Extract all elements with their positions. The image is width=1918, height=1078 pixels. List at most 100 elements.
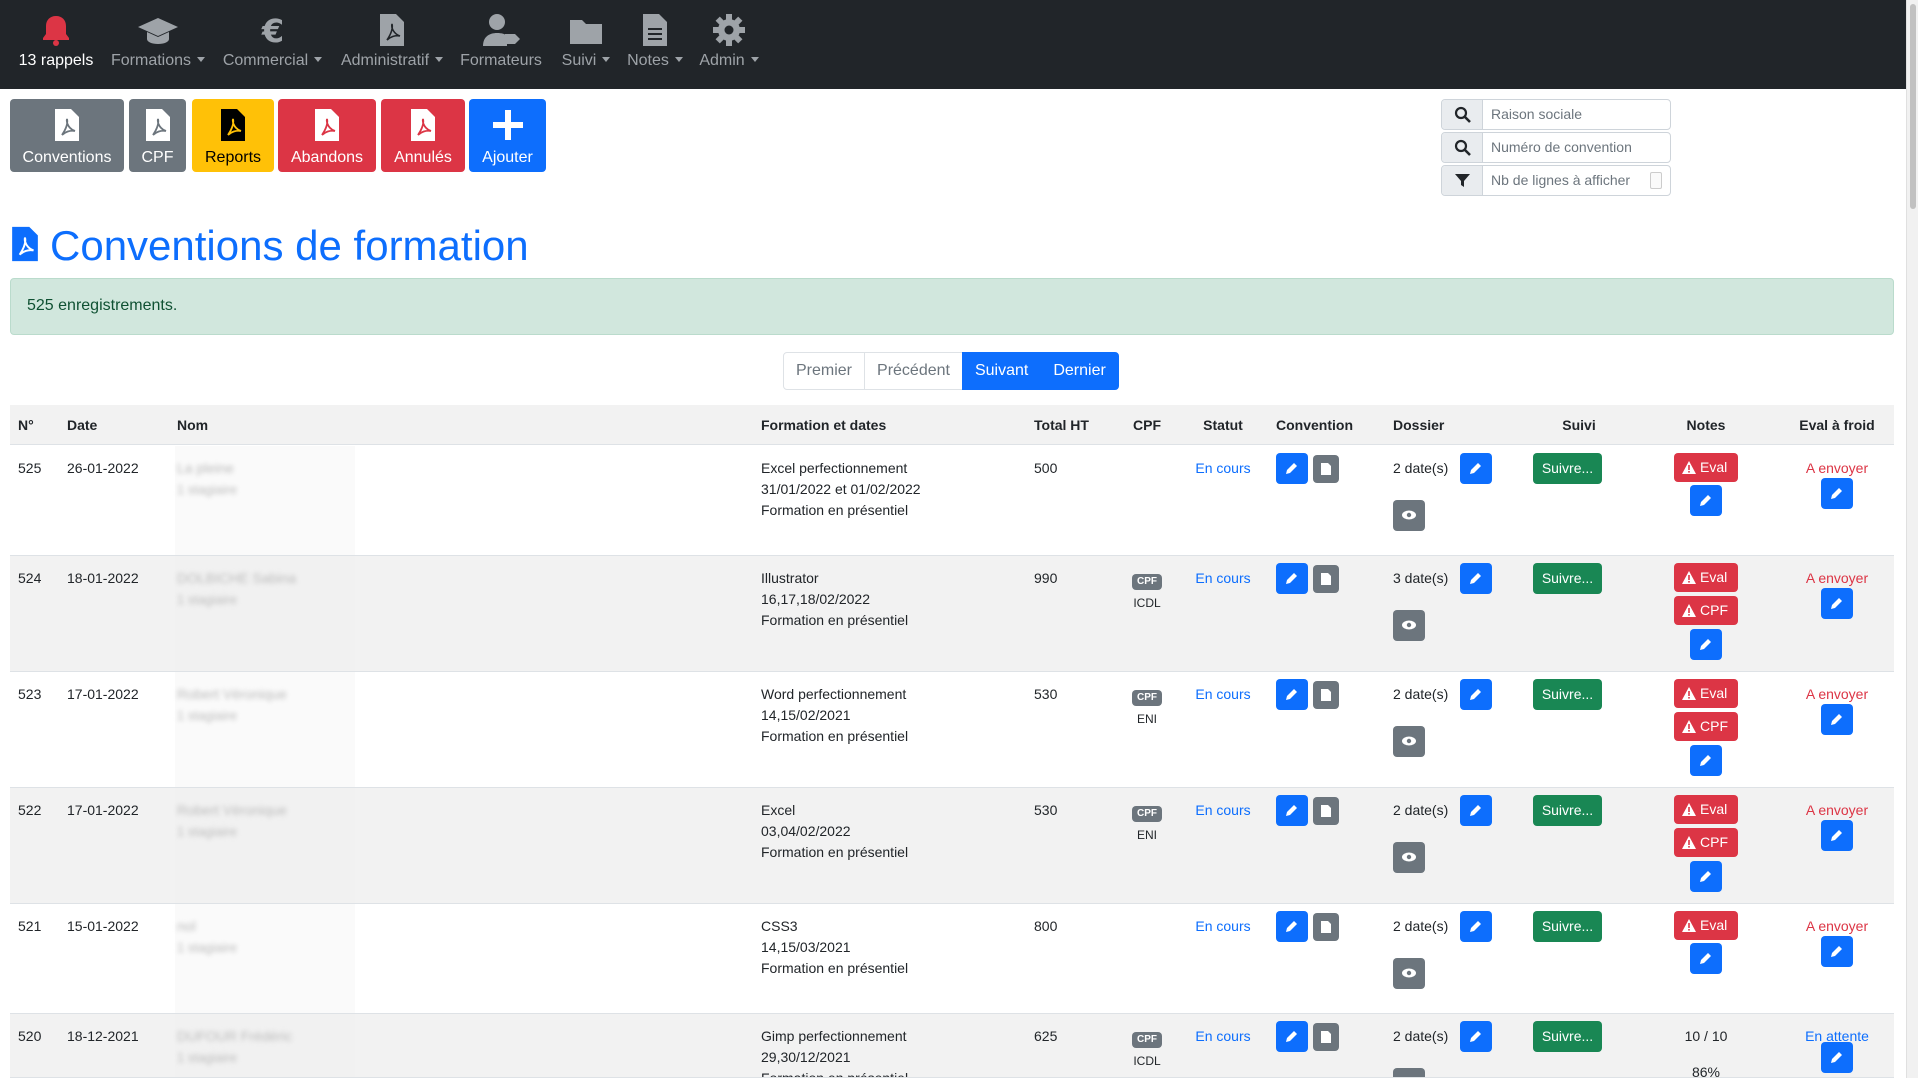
edit-convention-button[interactable] — [1276, 795, 1308, 826]
suivre-button[interactable]: Suivre... — [1533, 795, 1602, 826]
pager-last[interactable]: Dernier — [1040, 352, 1119, 390]
convention-pdf-button[interactable] — [1313, 565, 1339, 593]
cpf-warning-button[interactable]: CPF — [1674, 596, 1738, 625]
view-dossier-button[interactable] — [1393, 610, 1425, 641]
nav-administratif[interactable]: Administratif — [338, 12, 446, 76]
row-statut-link[interactable]: En cours — [1195, 1026, 1250, 1047]
eval-warning-button[interactable]: Eval — [1674, 453, 1738, 482]
edit-dossier-button[interactable] — [1460, 795, 1492, 826]
edit-notes-button[interactable] — [1690, 745, 1722, 776]
edit-convention-button[interactable] — [1276, 563, 1308, 594]
edit-dossier-button[interactable] — [1460, 911, 1492, 942]
row-name[interactable]: nol 1 stagiaire — [177, 916, 237, 958]
row-name[interactable]: Robert Véronique 1 stagiaire — [177, 684, 287, 726]
edit-notes-button[interactable] — [1690, 861, 1722, 892]
edit-eval-froid-button[interactable] — [1821, 588, 1853, 619]
pager-previous[interactable]: Précédent — [864, 352, 963, 390]
nav-rappels[interactable]: 13 rappels — [18, 12, 94, 76]
edit-dossier-button[interactable] — [1460, 453, 1492, 484]
edit-notes-button[interactable] — [1690, 629, 1722, 660]
row-name[interactable]: DOLBICHE Sabina 1 stagiaire — [177, 568, 296, 610]
convention-pdf-button[interactable] — [1313, 681, 1339, 709]
row-statut-link[interactable]: En cours — [1195, 916, 1250, 937]
pager-next[interactable]: Suivant — [961, 352, 1042, 390]
edit-eval-froid-button[interactable] — [1821, 936, 1853, 967]
suivre-button[interactable]: Suivre... — [1533, 679, 1602, 710]
suivre-button[interactable]: Suivre... — [1533, 453, 1602, 484]
edit-notes-button[interactable] — [1690, 943, 1722, 974]
row-statut-link[interactable]: En cours — [1195, 568, 1250, 589]
row-name[interactable]: DUFOUR Frédéric 1 stagiaire — [177, 1026, 292, 1068]
eval-warning-button[interactable]: Eval — [1674, 563, 1738, 592]
lines-count-input[interactable] — [1491, 170, 1661, 190]
eval-warning-button[interactable]: Eval — [1674, 679, 1738, 708]
view-dossier-button[interactable] — [1393, 500, 1425, 531]
row-total: 625 — [1034, 1028, 1058, 1044]
edit-eval-froid-button[interactable] — [1821, 704, 1853, 735]
row-statut-link[interactable]: En cours — [1195, 684, 1250, 705]
convention-pdf-button[interactable] — [1313, 913, 1339, 941]
raison-sociale-search — [1441, 99, 1671, 130]
header-dossier: Dossier — [1393, 417, 1445, 433]
convention-pdf-button[interactable] — [1313, 455, 1339, 483]
nav-commercial[interactable]: € Commercial — [220, 12, 325, 76]
nav-formations[interactable]: Formations — [108, 12, 208, 76]
row-name[interactable]: La pleine 1 stagiaire — [177, 458, 237, 500]
edit-dossier-button[interactable] — [1460, 563, 1492, 594]
eval-warning-button[interactable]: Eval — [1674, 795, 1738, 824]
cpf-label: CPF — [1700, 602, 1728, 618]
view-dossier-button[interactable] — [1393, 726, 1425, 757]
view-dossier-button[interactable] — [1393, 1068, 1425, 1077]
abandons-button[interactable]: Abandons — [278, 99, 376, 172]
annules-button[interactable]: Annulés — [381, 99, 465, 172]
conventions-button[interactable]: Conventions — [10, 99, 124, 172]
cpf-button[interactable]: CPF — [129, 99, 186, 172]
warning-icon — [1682, 604, 1696, 617]
edit-eval-froid-button[interactable] — [1821, 478, 1853, 509]
row-statut-link[interactable]: En cours — [1195, 458, 1250, 479]
convention-pdf-button[interactable] — [1313, 1023, 1339, 1051]
lines-filter — [1441, 165, 1671, 196]
edit-dossier-button[interactable] — [1460, 679, 1492, 710]
cpf-warning-button[interactable]: CPF — [1674, 828, 1738, 857]
reports-button[interactable]: Reports — [192, 99, 274, 172]
eye-icon — [1402, 968, 1416, 978]
pager-first[interactable]: Premier — [783, 352, 866, 390]
edit-convention-button[interactable] — [1276, 453, 1308, 484]
row-statut-link[interactable]: En cours — [1195, 800, 1250, 821]
warning-icon — [1682, 720, 1696, 733]
nav-formateurs[interactable]: Formateurs — [458, 12, 544, 76]
view-dossier-button[interactable] — [1393, 958, 1425, 989]
nav-suivi[interactable]: Suivi — [556, 12, 616, 76]
pdf-file-icon — [221, 109, 245, 141]
edit-eval-froid-button[interactable] — [1821, 1042, 1853, 1073]
number-spinner[interactable] — [1650, 172, 1662, 189]
client-name: DOLBICHE Sabina — [177, 570, 297, 586]
eval-warning-button[interactable]: Eval — [1674, 911, 1738, 940]
view-dossier-button[interactable] — [1393, 842, 1425, 873]
pencil-icon — [1700, 639, 1711, 650]
suivre-button[interactable]: Suivre... — [1533, 1021, 1602, 1052]
convention-pdf-button[interactable] — [1313, 797, 1339, 825]
edit-convention-button[interactable] — [1276, 679, 1308, 710]
nav-admin[interactable]: Admin — [696, 12, 762, 76]
row-cpf: CPF ENI — [1132, 685, 1162, 730]
gear-icon — [713, 14, 745, 46]
edit-eval-froid-button[interactable] — [1821, 820, 1853, 851]
edit-convention-button[interactable] — [1276, 911, 1308, 942]
ajouter-button[interactable]: Ajouter — [469, 99, 546, 172]
edit-convention-button[interactable] — [1276, 1021, 1308, 1052]
edit-dossier-button[interactable] — [1460, 1021, 1492, 1052]
table-row: 522 17-01-2022 Robert Véronique 1 stagiai… — [10, 788, 1894, 904]
records-count: 525 enregistrements. — [27, 297, 178, 314]
row-name[interactable]: Robert Véronique 1 stagiaire — [177, 800, 287, 842]
edit-notes-button[interactable] — [1690, 485, 1722, 516]
convention-number-input[interactable] — [1491, 137, 1661, 157]
cpf-warning-button[interactable]: CPF — [1674, 712, 1738, 741]
suivre-button[interactable]: Suivre... — [1533, 563, 1602, 594]
scrollbar-thumb[interactable] — [1910, 4, 1916, 209]
nav-notes[interactable]: Notes — [624, 12, 686, 76]
suivre-button[interactable]: Suivre... — [1533, 911, 1602, 942]
raison-sociale-input[interactable] — [1491, 104, 1661, 124]
vertical-scrollbar[interactable] — [1906, 0, 1918, 1078]
